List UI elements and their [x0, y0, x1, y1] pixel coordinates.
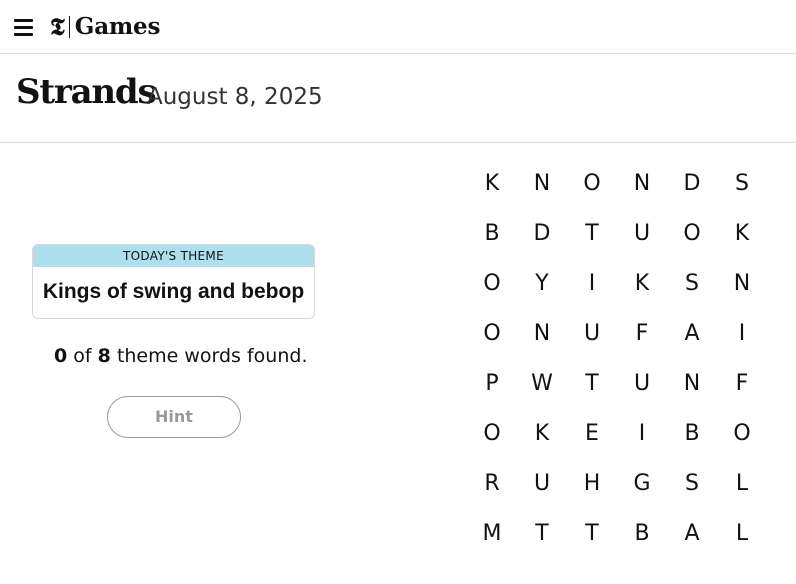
menu-line [14, 19, 33, 22]
letter-cell[interactable]: N [517, 159, 567, 209]
hint-button[interactable]: Hint [107, 396, 241, 438]
puzzle-date: August 8, 2025 [147, 84, 323, 110]
letter-cell[interactable]: U [517, 459, 567, 509]
letter-cell[interactable]: N [667, 359, 717, 409]
logo-divider [68, 16, 70, 38]
letter-cell[interactable]: K [717, 209, 767, 259]
letter-cell[interactable]: U [567, 309, 617, 359]
nyt-games-logo[interactable]: 𝕿 Games [50, 12, 160, 42]
theme-card: TODAY'S THEME Kings of swing and bebop [32, 244, 315, 319]
letter-cell[interactable]: U [617, 209, 667, 259]
progress-text: 0 of 8 theme words found. [54, 343, 308, 369]
menu-line [14, 26, 33, 29]
letter-cell[interactable]: I [617, 409, 667, 459]
letter-cell[interactable]: K [467, 159, 517, 209]
letter-cell[interactable]: N [717, 259, 767, 309]
letter-cell[interactable]: R [467, 459, 517, 509]
letter-cell[interactable]: L [717, 459, 767, 509]
page-title: Strands [16, 72, 157, 112]
letter-cell[interactable]: M [467, 509, 517, 559]
hamburger-menu-icon[interactable] [14, 19, 34, 36]
letter-cell[interactable]: I [567, 259, 617, 309]
letter-cell[interactable]: H [567, 459, 617, 509]
letter-cell[interactable]: E [567, 409, 617, 459]
letter-cell[interactable]: U [617, 359, 667, 409]
progress-suffix: theme words found. [116, 345, 308, 367]
theme-label: TODAY'S THEME [33, 245, 314, 267]
letter-cell[interactable]: S [667, 459, 717, 509]
found-count: 0 [54, 345, 68, 367]
letter-cell[interactable]: O [467, 409, 517, 459]
letter-cell[interactable]: T [517, 509, 567, 559]
total-count: 8 [97, 345, 111, 367]
letter-cell[interactable]: O [567, 159, 617, 209]
letter-cell[interactable]: S [717, 159, 767, 209]
letter-cell[interactable]: N [617, 159, 667, 209]
letter-cell[interactable]: D [667, 159, 717, 209]
letter-cell[interactable]: O [467, 309, 517, 359]
progress-of: of [73, 345, 92, 367]
menu-line [14, 33, 33, 36]
letter-cell[interactable]: K [617, 259, 667, 309]
letter-cell[interactable]: I [717, 309, 767, 359]
letter-cell[interactable]: D [517, 209, 567, 259]
letter-cell[interactable]: G [617, 459, 667, 509]
letter-cell[interactable]: O [667, 209, 717, 259]
letter-cell[interactable]: S [667, 259, 717, 309]
brand-name: Games [74, 13, 161, 40]
letter-cell[interactable]: A [667, 309, 717, 359]
letter-cell[interactable]: B [667, 409, 717, 459]
letter-cell[interactable]: T [567, 509, 617, 559]
letter-cell[interactable]: K [517, 409, 567, 459]
letter-cell[interactable]: B [617, 509, 667, 559]
letter-cell[interactable]: F [717, 359, 767, 409]
top-navigation-bar: 𝕿 Games [0, 0, 796, 54]
letter-cell[interactable]: P [467, 359, 517, 409]
letter-cell[interactable]: O [717, 409, 767, 459]
letter-cell[interactable]: O [467, 259, 517, 309]
letter-cell[interactable]: T [567, 359, 617, 409]
letter-cell[interactable]: B [467, 209, 517, 259]
game-title-bar: Strands August 8, 2025 [0, 54, 796, 143]
letter-cell[interactable]: T [567, 209, 617, 259]
theme-value: Kings of swing and bebop [42, 280, 305, 303]
letter-cell[interactable]: W [517, 359, 567, 409]
letter-cell[interactable]: A [667, 509, 717, 559]
nyt-t-logo-icon: 𝕿 [50, 12, 65, 41]
letter-cell[interactable]: F [617, 309, 667, 359]
letter-cell[interactable]: L [717, 509, 767, 559]
letter-cell[interactable]: Y [517, 259, 567, 309]
letter-cell[interactable]: N [517, 309, 567, 359]
